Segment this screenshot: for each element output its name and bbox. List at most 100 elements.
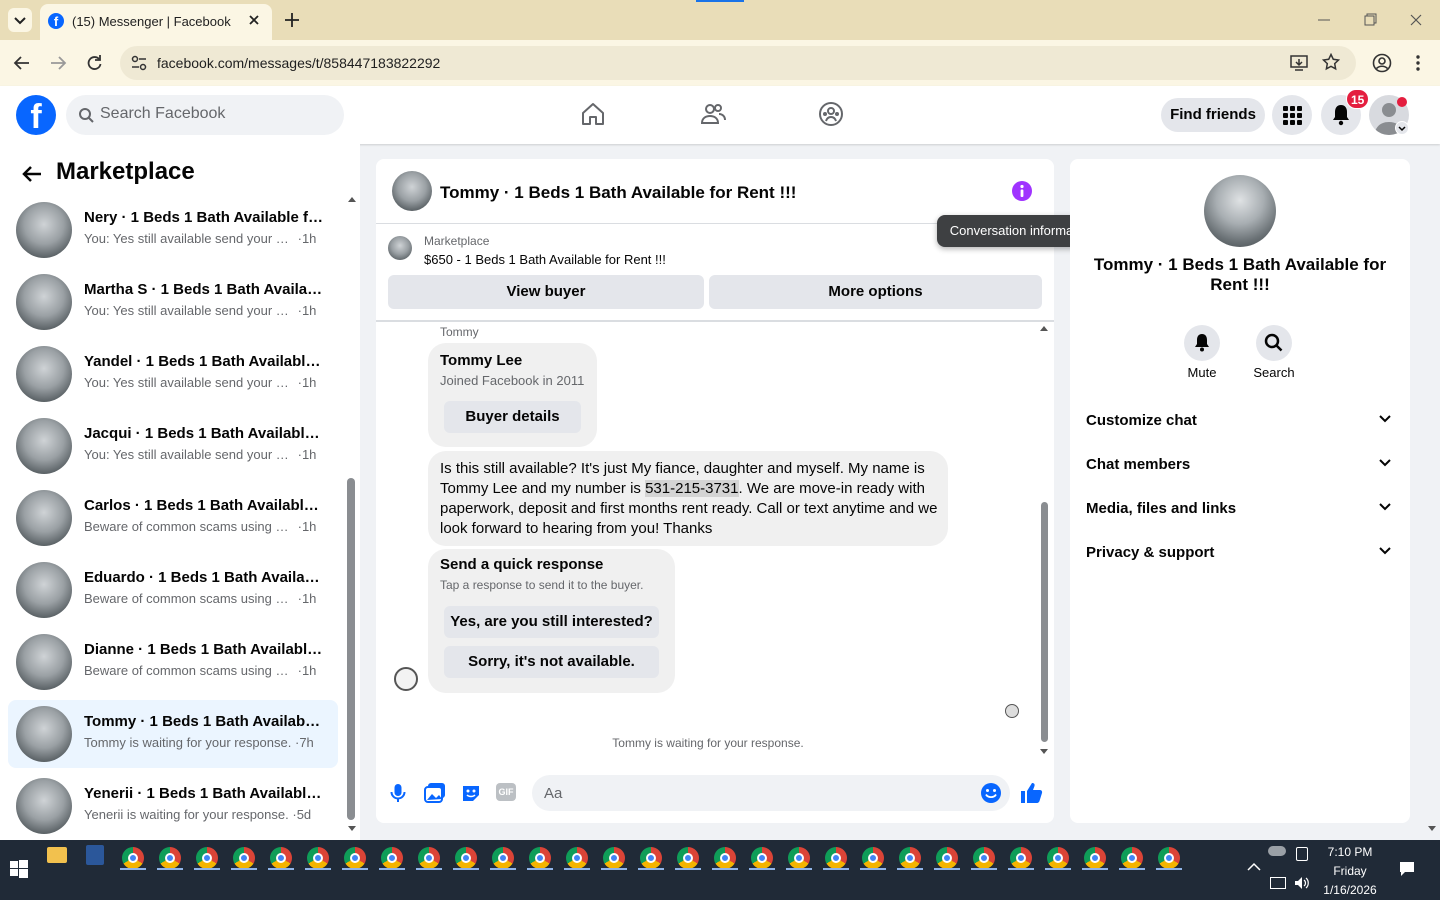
media-files-links-section[interactable]: Media, files and links [1086,500,1396,517]
chrome-window-icon[interactable] [640,847,662,869]
chrome-window-icon[interactable] [973,847,995,869]
conversation-item[interactable]: Yandel · 1 Beds 1 Bath Available f... You… [8,340,338,408]
groups-icon[interactable] [818,101,844,127]
phone-number[interactable]: 531-215-3731 [645,480,739,497]
back-arrow-icon[interactable] [20,162,44,186]
chrome-window-icon[interactable] [492,847,514,869]
chrome-window-icon[interactable] [159,847,181,869]
chrome-window-icon[interactable] [1084,847,1106,869]
chrome-window-icon[interactable] [566,847,588,869]
chrome-window-icon[interactable] [751,847,773,869]
chrome-window-icon[interactable] [122,847,144,869]
windows-start-icon[interactable] [10,860,28,878]
file-explorer-icon[interactable] [47,847,67,863]
chrome-window-icon[interactable] [677,847,699,869]
find-friends-button[interactable]: Find friends [1161,98,1265,132]
conversation-item[interactable]: Nery · 1 Beds 1 Bath Available fo... You:… [8,196,338,264]
chrome-window-icon[interactable] [529,847,551,869]
close-window-icon[interactable] [1408,12,1424,28]
view-buyer-button[interactable]: View buyer [388,275,704,309]
chrome-window-icon[interactable] [233,847,255,869]
microphone-icon[interactable] [388,781,408,805]
friends-icon[interactable] [700,101,726,127]
chat-scrollbar-thumb[interactable] [1041,502,1048,742]
install-app-icon[interactable] [1290,54,1308,72]
bookmark-star-icon[interactable] [1322,53,1340,71]
chrome-window-icon[interactable] [307,847,329,869]
chrome-window-icon[interactable] [899,847,921,869]
chrome-window-icon[interactable] [381,847,403,869]
conversation-item[interactable]: Martha S · 1 Beds 1 Bath Availabl... You:… [8,268,338,336]
quick-response-yes-button[interactable]: Yes, are you still interested? [444,606,659,638]
quick-response-no-button[interactable]: Sorry, it's not available. [444,646,659,678]
chrome-window-icon[interactable] [825,847,847,869]
chat-scroll-up-icon[interactable] [1040,325,1048,331]
clock[interactable]: 7:10 PM Friday 1/16/2026 [1318,843,1382,900]
chrome-window-icon[interactable] [1010,847,1032,869]
restore-icon[interactable] [1362,12,1378,28]
site-settings-icon[interactable] [130,54,148,72]
chat-scroll-down-icon[interactable] [1040,749,1048,755]
volume-icon[interactable] [1294,876,1310,890]
minimize-icon[interactable] [1316,12,1332,28]
new-tab-icon[interactable] [282,10,302,30]
scroll-up-arrow-icon[interactable] [348,196,356,202]
meet-now-icon[interactable] [1296,847,1308,861]
browser-tab-active[interactable]: f (15) Messenger | Facebook [40,4,272,40]
emoji-icon[interactable] [980,782,1002,804]
chrome-window-icon[interactable] [603,847,625,869]
chrome-window-icon[interactable] [936,847,958,869]
chrome-window-icon[interactable] [1158,847,1180,869]
chat-members-section[interactable]: Chat members [1086,456,1396,473]
facebook-logo-icon[interactable]: f [16,95,56,135]
chat-title[interactable]: Tommy · 1 Beds 1 Bath Available for Rent… [440,183,796,203]
message-input[interactable]: Aa [532,775,1010,811]
chrome-window-icon[interactable] [344,847,366,869]
home-icon[interactable] [580,101,606,127]
chrome-window-icon[interactable] [714,847,736,869]
info-icon[interactable] [1010,179,1034,203]
profile-icon[interactable] [1372,53,1392,73]
buyer-details-button[interactable]: Buyer details [444,401,581,433]
menu-button[interactable] [1272,95,1312,135]
chrome-window-icon[interactable] [270,847,292,869]
search-conversation-button[interactable] [1256,325,1292,361]
listing-thumbnail[interactable] [388,236,412,260]
account-chevron-icon[interactable] [1395,121,1409,135]
chrome-window-icon[interactable] [196,847,218,869]
chrome-window-icon[interactable] [1121,847,1143,869]
page-scroll-down-icon[interactable] [1428,826,1436,832]
sticker-icon[interactable] [460,782,482,804]
sender-avatar[interactable] [394,667,418,691]
chrome-window-icon[interactable] [862,847,884,869]
gif-icon[interactable]: GIF [496,783,516,801]
chat-avatar[interactable] [392,171,432,211]
chrome-window-icon[interactable] [788,847,810,869]
network-icon[interactable] [1270,877,1286,889]
back-icon[interactable] [12,53,32,73]
conversation-item[interactable]: Yenerii · 1 Beds 1 Bath Available f... Ye… [8,772,338,840]
sidebar-scrollbar-thumb[interactable] [347,478,355,820]
photo-icon[interactable] [424,782,446,804]
scroll-down-arrow-icon[interactable] [348,826,356,832]
forward-icon[interactable] [48,53,68,73]
customize-chat-section[interactable]: Customize chat [1086,412,1396,429]
tab-search-button[interactable] [8,8,32,32]
chrome-window-icon[interactable] [1047,847,1069,869]
onedrive-icon[interactable] [1268,846,1286,856]
chrome-window-icon[interactable] [455,847,477,869]
notification-center-icon[interactable] [1399,861,1415,877]
search-input[interactable]: Search Facebook [66,95,344,135]
reload-icon[interactable] [84,53,104,73]
listing-title[interactable]: $650 - 1 Beds 1 Bath Available for Rent … [424,252,666,267]
conversation-item[interactable]: Carlos · 1 Beds 1 Bath Available f... Bew… [8,484,338,552]
more-options-button[interactable]: More options [709,275,1042,309]
mute-button[interactable] [1184,325,1220,361]
like-icon[interactable] [1020,782,1044,804]
chrome-window-icon[interactable] [418,847,440,869]
conversation-item[interactable]: Tommy · 1 Beds 1 Bath Available ... Tommy… [8,700,338,768]
close-tab-icon[interactable] [246,12,262,28]
url-field[interactable]: facebook.com/messages/t/858447183822292 [120,46,1356,80]
info-avatar[interactable] [1204,175,1276,247]
app-icon[interactable] [86,845,104,865]
